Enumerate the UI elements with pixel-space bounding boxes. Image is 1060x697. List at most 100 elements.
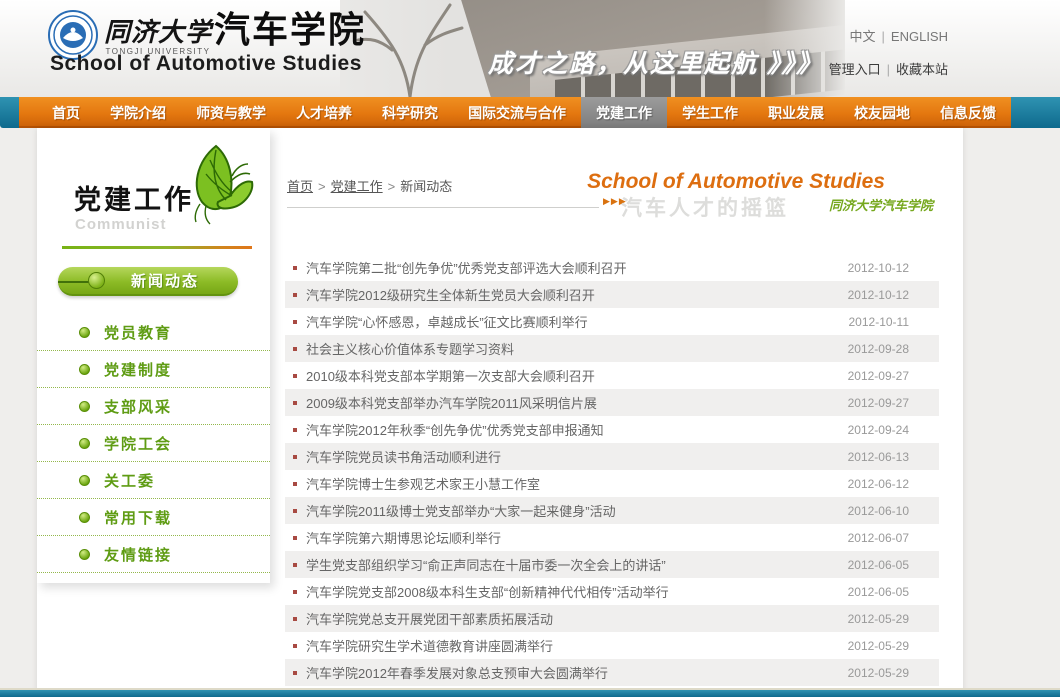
sidebar-divider bbox=[62, 246, 252, 249]
news-date: 2012-05-29 bbox=[848, 612, 909, 626]
sidebar-item[interactable]: 友情链接 bbox=[37, 536, 270, 573]
news-date: 2012-05-29 bbox=[848, 666, 909, 680]
breadcrumb-home[interactable]: 首页 bbox=[287, 179, 313, 194]
green-bullet-icon bbox=[79, 475, 90, 486]
news-row[interactable]: 汽车学院2012年秋季“创先争优”优秀党支部申报通知 2012-09-24 bbox=[285, 416, 939, 443]
news-date: 2012-06-12 bbox=[848, 477, 909, 491]
news-title-link[interactable]: 社会主义核心价值体系专题学习资料 bbox=[306, 339, 836, 358]
news-title-link[interactable]: 学生党支部组织学习“俞正声同志在十届市委一次全会上的讲话” bbox=[306, 555, 836, 574]
bullet-icon bbox=[293, 374, 297, 378]
news-title-link[interactable]: 汽车学院第六期博思论坛顺利举行 bbox=[306, 528, 836, 547]
news-title-link[interactable]: 汽车学院2012年秋季“创先争优”优秀党支部申报通知 bbox=[306, 420, 836, 439]
nav-left-cap bbox=[0, 97, 19, 128]
section-title-cn: 同济大学汽车学院 bbox=[587, 195, 933, 214]
nav-item[interactable]: 党建工作 bbox=[581, 97, 667, 128]
breadcrumb-party[interactable]: 党建工作 bbox=[331, 179, 383, 194]
news-title-link[interactable]: 汽车学院党支部2008级本科生支部“创新精神代代相传”活动举行 bbox=[306, 582, 836, 601]
news-row[interactable]: 汽车学院2011级博士党支部举办“大家一起来健身”活动 2012-06-10 bbox=[285, 497, 939, 524]
news-row[interactable]: 汽车学院博士生参观艺术家王小慧工作室 2012-06-12 bbox=[285, 470, 939, 497]
news-title-link[interactable]: 汽车学院党员读书角活动顺利进行 bbox=[306, 447, 836, 466]
section-header: School of Automotive Studies 同济大学汽车学院 bbox=[587, 170, 933, 214]
butterfly-icon bbox=[186, 140, 258, 228]
news-row[interactable]: 汽车学院第二批“创先争优”优秀党支部评选大会顺利召开 2012-10-12 bbox=[285, 254, 939, 281]
news-title-link[interactable]: 汽车学院“心怀感恩，卓越成长”征文比赛顺利举行 bbox=[306, 312, 837, 331]
news-title-link[interactable]: 汽车学院2012年春季发展对象总支预审大会圆满举行 bbox=[306, 663, 836, 682]
nav-right-cap bbox=[1011, 97, 1060, 128]
sidebar-item[interactable]: 党员教育 bbox=[37, 314, 270, 351]
news-row[interactable]: 汽车学院党支部2008级本科生支部“创新精神代代相传”活动举行 2012-06-… bbox=[285, 578, 939, 605]
green-bullet-icon bbox=[79, 364, 90, 375]
sidebar-item-label: 友情链接 bbox=[104, 544, 172, 565]
news-row[interactable]: 汽车学院第六期博思论坛顺利举行 2012-06-07 bbox=[285, 524, 939, 551]
news-row[interactable]: 2010级本科党支部本学期第一次支部大会顺利召开 2012-09-27 bbox=[285, 362, 939, 389]
section-title-en: School of Automotive Studies bbox=[587, 170, 933, 194]
news-title-link[interactable]: 汽车学院2011级博士党支部举办“大家一起来健身”活动 bbox=[306, 501, 836, 520]
sidebar-item[interactable]: 常用下载 bbox=[37, 499, 270, 536]
news-date: 2012-09-27 bbox=[848, 396, 909, 410]
breadcrumb: 首页>党建工作>新闻动态 bbox=[287, 176, 452, 195]
news-title-link[interactable]: 2009级本科党支部举办汽车学院2011风采明信片展 bbox=[306, 393, 836, 412]
favorite-site-link[interactable]: 收藏本站 bbox=[896, 62, 948, 77]
nav-item[interactable]: 人才培养 bbox=[281, 97, 367, 128]
news-title-link[interactable]: 汽车学院博士生参观艺术家王小慧工作室 bbox=[306, 474, 836, 493]
nav-item[interactable]: 职业发展 bbox=[753, 97, 839, 128]
news-title-link[interactable]: 汽车学院第二批“创先争优”优秀党支部评选大会顺利召开 bbox=[306, 258, 836, 277]
news-title-link[interactable]: 2010级本科党支部本学期第一次支部大会顺利召开 bbox=[306, 366, 836, 385]
news-row[interactable]: 2009级本科党支部举办汽车学院2011风采明信片展 2012-09-27 bbox=[285, 389, 939, 416]
news-date: 2012-09-27 bbox=[848, 369, 909, 383]
link-divider: | bbox=[876, 29, 891, 44]
nav-item[interactable]: 国际交流与合作 bbox=[453, 97, 581, 128]
nav-bar: 首页 学院介绍 师资与教学 人才培养 科学研究 国际交流与合作 党建工作 学生工… bbox=[19, 97, 1011, 128]
nav-item[interactable]: 信息反馈 bbox=[925, 97, 1011, 128]
sidebar-item-label: 常用下载 bbox=[104, 507, 172, 528]
lang-english-link[interactable]: ENGLISH bbox=[891, 29, 948, 44]
sidebar-item[interactable]: 关工委 bbox=[37, 462, 270, 499]
news-list: 汽车学院第二批“创先争优”优秀党支部评选大会顺利召开 2012-10-12 汽车… bbox=[285, 254, 939, 697]
news-row[interactable]: 汽车学院“心怀感恩，卓越成长”征文比赛顺利举行 2012-10-11 bbox=[285, 308, 939, 335]
news-date: 2012-06-05 bbox=[848, 558, 909, 572]
sidebar-item-news-active[interactable]: 新闻动态 bbox=[58, 267, 238, 296]
link-divider: | bbox=[881, 62, 896, 77]
nav-item[interactable]: 校友园地 bbox=[839, 97, 925, 128]
bullet-icon bbox=[293, 293, 297, 297]
green-bullet-icon bbox=[79, 327, 90, 338]
news-row[interactable]: 学生党支部组织学习“俞正声同志在十届市委一次全会上的讲话” 2012-06-05 bbox=[285, 551, 939, 578]
green-bullet-icon bbox=[79, 438, 90, 449]
sidebar-item[interactable]: 党建制度 bbox=[37, 351, 270, 388]
nav-item[interactable]: 学生工作 bbox=[667, 97, 753, 128]
bullet-icon bbox=[293, 428, 297, 432]
bullet-icon bbox=[293, 536, 297, 540]
site-header: 同济大学 TONGJI UNIVERSITY 汽车学院 School of Au… bbox=[0, 0, 1060, 97]
nav-item[interactable]: 学院介绍 bbox=[95, 97, 181, 128]
green-bullet-icon bbox=[79, 512, 90, 523]
nav-list: 首页 学院介绍 师资与教学 人才培养 科学研究 国际交流与合作 党建工作 学生工… bbox=[37, 97, 1011, 128]
admin-entry-link[interactable]: 管理入口 bbox=[829, 62, 881, 77]
news-title-link[interactable]: 汽车学院研究生学术道德教育讲座圆满举行 bbox=[306, 636, 836, 655]
bullet-icon bbox=[293, 266, 297, 270]
news-row[interactable]: 汽车学院党总支开展党团干部素质拓展活动 2012-05-29 bbox=[285, 605, 939, 632]
nav-item[interactable]: 师资与教学 bbox=[181, 97, 281, 128]
main-nav: 首页 学院介绍 师资与教学 人才培养 科学研究 国际交流与合作 党建工作 学生工… bbox=[0, 97, 1060, 128]
news-row[interactable]: 汽车学院党员读书角活动顺利进行 2012-06-13 bbox=[285, 443, 939, 470]
nav-item[interactable]: 科学研究 bbox=[367, 97, 453, 128]
sidebar-item[interactable]: 支部风采 bbox=[37, 388, 270, 425]
news-row[interactable]: 汽车学院2012级研究生全体新生党员大会顺利召开 2012-10-12 bbox=[285, 281, 939, 308]
lang-chinese-link[interactable]: 中文 bbox=[850, 29, 876, 44]
bullet-icon bbox=[293, 320, 297, 324]
news-date: 2012-06-10 bbox=[848, 504, 909, 518]
news-row[interactable]: 汽车学院研究生学术道德教育讲座圆满举行 2012-05-29 bbox=[285, 632, 939, 659]
sidebar-item[interactable]: 学院工会 bbox=[37, 425, 270, 462]
breadcrumb-separator: > bbox=[383, 179, 401, 194]
news-row[interactable]: 汽车学院2012年春季发展对象总支预审大会圆满举行 2012-05-29 bbox=[285, 659, 939, 686]
sidebar: 党建工作 Communist 新闻动态 党员教育 党建制度 bbox=[37, 128, 270, 583]
news-title-link[interactable]: 汽车学院2012级研究生全体新生党员大会顺利召开 bbox=[306, 285, 836, 304]
news-title-link[interactable]: 汽车学院党总支开展党团干部素质拓展活动 bbox=[306, 609, 836, 628]
news-row[interactable]: 社会主义核心价值体系专题学习资料 2012-09-28 bbox=[285, 335, 939, 362]
breadcrumb-separator: > bbox=[313, 179, 331, 194]
sidebar-item-label: 学院工会 bbox=[104, 433, 172, 454]
bullet-icon bbox=[293, 563, 297, 567]
news-date: 2012-09-24 bbox=[848, 423, 909, 437]
news-date: 2012-05-29 bbox=[848, 639, 909, 653]
nav-item[interactable]: 首页 bbox=[37, 97, 95, 128]
news-date: 2012-06-05 bbox=[848, 585, 909, 599]
